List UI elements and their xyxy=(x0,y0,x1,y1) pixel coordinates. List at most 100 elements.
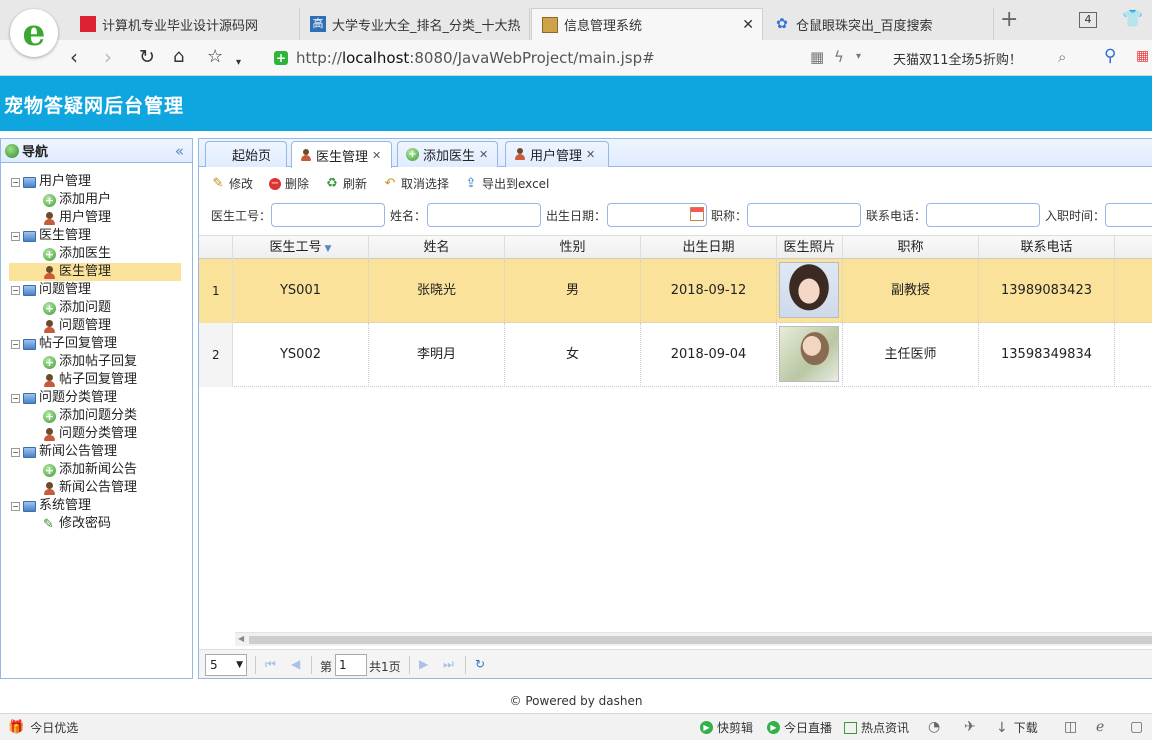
window-icon[interactable]: ▢ xyxy=(1130,719,1143,735)
first-page-icon[interactable]: ⏮ xyxy=(265,657,276,672)
name-input[interactable] xyxy=(427,203,541,227)
star-icon[interactable]: ☆ xyxy=(207,46,223,68)
today-picks[interactable]: 🎁 今日优选 xyxy=(8,719,78,736)
horizontal-scrollbar[interactable]: ◀ xyxy=(235,632,1152,646)
forward-icon[interactable]: › xyxy=(104,46,112,68)
reload-icon[interactable]: ↻ xyxy=(475,657,485,671)
column-header-gender[interactable]: 性别 xyxy=(505,236,641,259)
nav-item[interactable]: ✎ 修改密码 xyxy=(1,515,192,533)
collapse-toggle-icon[interactable]: − xyxy=(11,285,20,295)
collapse-toggle-icon[interactable]: − xyxy=(11,501,20,511)
edit-button[interactable]: ✎ 修改 xyxy=(211,175,253,192)
browser-tab-4[interactable]: ✿ 仓鼠眼珠突出_百度搜索 xyxy=(764,8,994,40)
nav-item[interactable]: 帖子回复管理 xyxy=(1,371,192,389)
search-icon[interactable]: ⌕ xyxy=(1058,48,1066,66)
doctor-no-input[interactable] xyxy=(271,203,385,227)
tab-start[interactable]: 起始页 xyxy=(205,141,287,167)
search-engine-icon[interactable]: ⚲ xyxy=(1104,46,1116,66)
url-field[interactable]: + http://localhost:8080/JavaWebProject/m… xyxy=(274,45,804,71)
qr-icon[interactable]: ▦ xyxy=(810,48,824,66)
table-row[interactable]: 2 YS002 李明月 女 2018-09-04 主任医师 1359834983… xyxy=(199,323,1152,387)
nav-item[interactable]: + 添加医生 xyxy=(1,245,192,263)
nav-group[interactable]: − 系统管理 xyxy=(1,497,192,515)
column-header-birth-date[interactable]: 出生日期 xyxy=(641,236,777,259)
column-header-photo[interactable]: 医生照片 xyxy=(777,236,843,259)
nav-item[interactable]: + 添加用户 xyxy=(1,191,192,209)
close-icon[interactable]: ✕ xyxy=(586,148,595,161)
nav-item[interactable]: 用户管理 xyxy=(1,209,192,227)
close-tab-icon[interactable]: ✕ xyxy=(742,17,754,33)
nav-item[interactable]: 问题管理 xyxy=(1,317,192,335)
status-item-quick-edit[interactable]: ▶ 快剪辑 xyxy=(700,719,753,736)
phone-input[interactable] xyxy=(926,203,1040,227)
nav-group[interactable]: − 问题分类管理 xyxy=(1,389,192,407)
promo-text[interactable]: 天猫双11全场5折购！ xyxy=(893,49,1022,68)
collapse-toggle-icon[interactable]: − xyxy=(11,339,20,349)
home-icon[interactable]: ⌂ xyxy=(173,46,184,68)
nav-item[interactable]: + 添加帖子回复 xyxy=(1,353,192,371)
page-size-select[interactable]: 5 ▼ xyxy=(205,654,247,676)
next-page-icon[interactable]: ▶ xyxy=(419,657,428,671)
column-header-title[interactable]: 职称 xyxy=(843,236,979,259)
export-excel-button[interactable]: ⇪ 导出到excel xyxy=(464,175,550,192)
column-header-phone[interactable]: 联系电话 xyxy=(979,236,1115,259)
back-icon[interactable]: ‹ xyxy=(70,46,78,68)
reload-icon[interactable]: ↻ xyxy=(139,46,155,68)
chevron-down-icon[interactable]: ▾ xyxy=(856,51,861,62)
browser-tab-1[interactable]: 计算机专业毕业设计源码网 xyxy=(70,8,300,40)
status-item-live[interactable]: ▶ 今日直播 xyxy=(767,719,832,736)
page-number-input[interactable]: 1 xyxy=(335,654,367,676)
title-input[interactable] xyxy=(747,203,861,227)
column-header-doctor-no[interactable]: 医生工号 ▼ xyxy=(233,236,369,259)
refresh-button[interactable]: ♻ 刷新 xyxy=(325,175,367,192)
scrollbar-thumb[interactable] xyxy=(249,636,1152,644)
column-header-name[interactable]: 姓名 xyxy=(369,236,505,259)
collapse-toggle-icon[interactable]: − xyxy=(11,447,20,457)
nav-item[interactable]: + 添加新闻公告 xyxy=(1,461,192,479)
chevron-down-icon[interactable]: ▾ xyxy=(236,52,241,74)
pin-icon[interactable]: ✈ xyxy=(964,719,976,735)
nav-group[interactable]: − 问题管理 xyxy=(1,281,192,299)
new-tab-button[interactable]: + xyxy=(1000,9,1018,31)
delete-button[interactable]: − 删除 xyxy=(269,175,309,192)
collapse-icon[interactable]: « xyxy=(175,142,184,160)
nav-item[interactable]: + 添加问题分类 xyxy=(1,407,192,425)
split-icon[interactable]: ◫ xyxy=(1064,719,1077,735)
unselect-button[interactable]: ↶ 取消选择 xyxy=(383,175,449,192)
collapse-toggle-icon[interactable]: − xyxy=(11,231,20,241)
close-icon[interactable]: ✕ xyxy=(372,149,381,162)
prev-page-icon[interactable]: ◀ xyxy=(291,657,300,671)
hire-date-input[interactable] xyxy=(1105,203,1152,227)
calendar-icon[interactable] xyxy=(690,207,704,221)
last-page-icon[interactable]: ⏭ xyxy=(443,657,454,672)
folder-icon xyxy=(23,446,36,458)
browser-tab-3[interactable]: 信息管理系统 ✕ xyxy=(531,8,763,40)
apps-icon[interactable]: ▦ xyxy=(1136,48,1149,64)
nav-group[interactable]: − 新闻公告管理 xyxy=(1,443,192,461)
nav-group[interactable]: − 用户管理 xyxy=(1,173,192,191)
ie-icon[interactable]: ℯ xyxy=(1096,719,1104,735)
status-item-news[interactable]: 热点资讯 xyxy=(844,719,909,736)
browser-tab-2[interactable]: 高 大学专业大全_排名_分类_十大热 xyxy=(300,8,530,40)
tab-user-management[interactable]: 用户管理 ✕ xyxy=(505,141,609,167)
edit-label: 修改 xyxy=(229,177,254,191)
nav-group[interactable]: − 医生管理 xyxy=(1,227,192,245)
status-item-download[interactable]: ↓ 下载 xyxy=(996,719,1038,736)
speed-icon[interactable]: ◔ xyxy=(928,719,940,735)
close-icon[interactable]: ✕ xyxy=(479,148,488,161)
tab-doctor-management[interactable]: 医生管理 ✕ xyxy=(291,141,392,168)
tab-add-doctor[interactable]: + 添加医生 ✕ xyxy=(397,141,498,167)
lightning-icon[interactable]: ϟ xyxy=(834,48,844,66)
nav-item[interactable]: + 添加问题 xyxy=(1,299,192,317)
table-row[interactable]: 1 YS001 张晓光 男 2018-09-12 副教授 13989083423 xyxy=(199,259,1152,323)
shirt-icon[interactable]: 👕 xyxy=(1122,9,1143,29)
nav-group[interactable]: − 帖子回复管理 xyxy=(1,335,192,353)
nav-item[interactable]: 新闻公告管理 xyxy=(1,479,192,497)
browser-logo[interactable]: e xyxy=(10,9,58,57)
nav-item[interactable]: 问题分类管理 xyxy=(1,425,192,443)
nav-item[interactable]: 医生管理 xyxy=(9,263,181,281)
tab-count-badge[interactable]: 4 xyxy=(1079,12,1097,28)
collapse-toggle-icon[interactable]: − xyxy=(11,393,20,403)
collapse-toggle-icon[interactable]: − xyxy=(11,177,20,187)
scroll-left-icon[interactable]: ◀ xyxy=(238,634,244,643)
